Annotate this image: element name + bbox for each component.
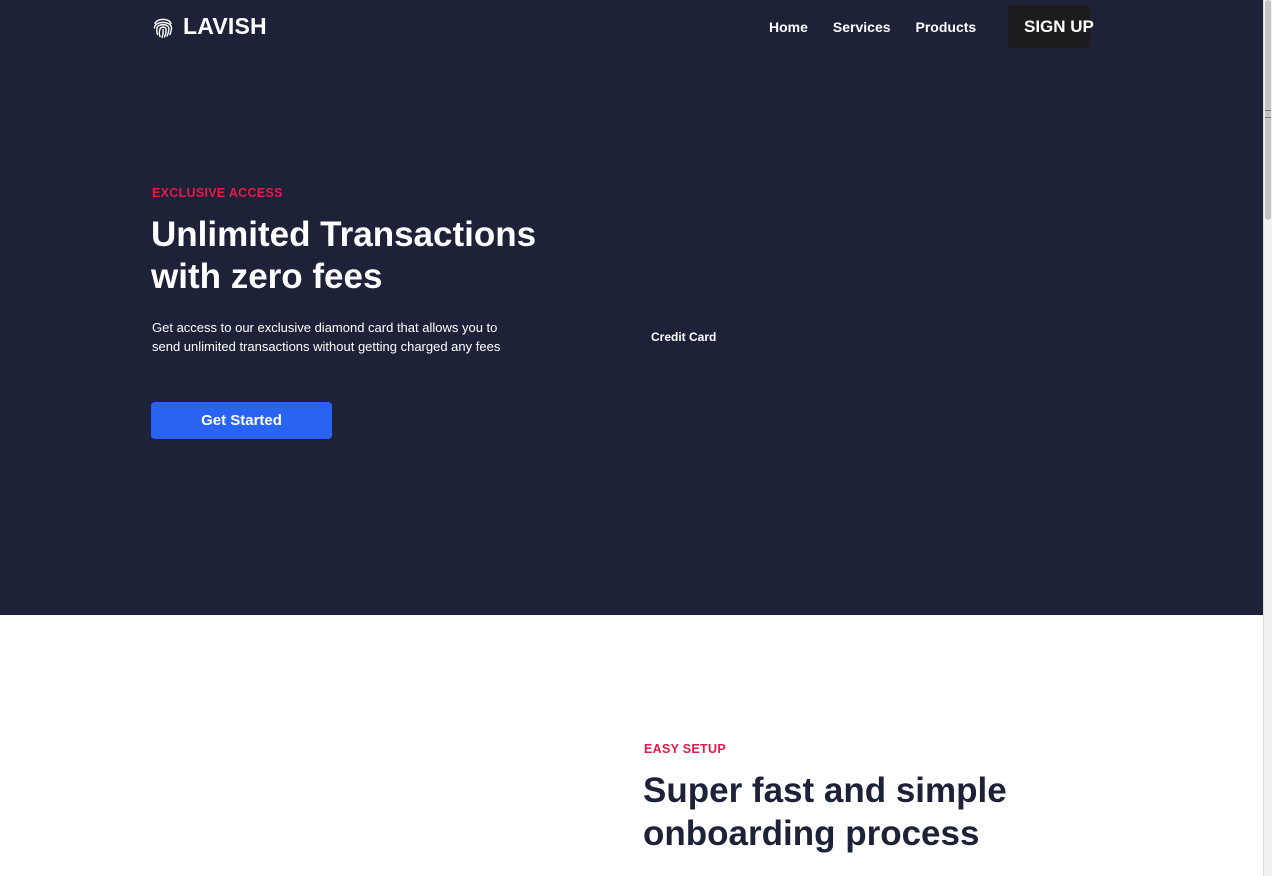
nav-link-products[interactable]: Products [916, 19, 977, 35]
logo-text: LAVISH [183, 13, 267, 39]
nav-link-home[interactable]: Home [769, 19, 808, 35]
scrollbar-grip-icon [1265, 110, 1271, 118]
nav-link-services[interactable]: Services [833, 19, 891, 35]
onboarding-eyebrow: EASY SETUP [644, 742, 726, 756]
hero-section: LAVISH Home Services Products SIGN UP EX… [0, 0, 1264, 615]
sign-up-button[interactable]: SIGN UP [1008, 5, 1094, 48]
hero-title: Unlimited Transactions with zero fees [151, 215, 537, 296]
page: LAVISH Home Services Products SIGN UP EX… [0, 0, 1264, 876]
credit-card-image: Credit Card [651, 330, 717, 344]
main-nav: Home Services Products [769, 19, 1001, 35]
fingerprint-icon [152, 15, 174, 39]
hero-eyebrow: EXCLUSIVE ACCESS [152, 186, 283, 200]
hero-description: Get access to our exclusive diamond card… [152, 320, 501, 354]
onboarding-title: Super fast and simple onboarding process [643, 771, 1007, 853]
get-started-button[interactable]: Get Started [151, 402, 332, 439]
logo[interactable]: LAVISH [152, 13, 267, 40]
vertical-scrollbar[interactable] [1263, 0, 1272, 876]
